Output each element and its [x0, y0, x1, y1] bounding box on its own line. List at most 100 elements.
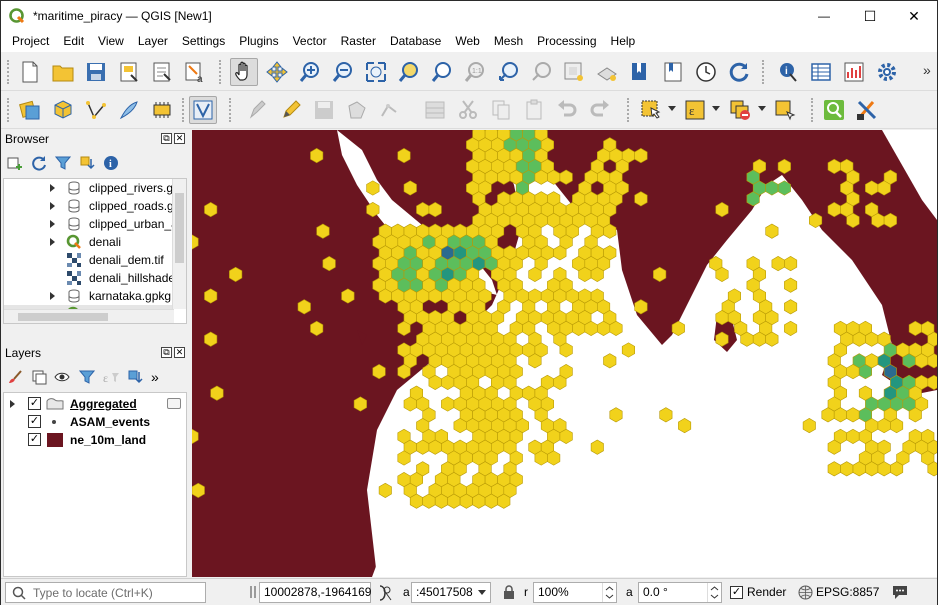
current-edits-button[interactable]: [244, 96, 272, 124]
filter-legend-button[interactable]: [77, 367, 97, 387]
add-group-button[interactable]: [29, 367, 49, 387]
layout-manager-button[interactable]: [148, 58, 176, 86]
toolbar-grip[interactable]: [811, 98, 815, 122]
close-panel-button[interactable]: ✕: [174, 347, 185, 358]
mouse-coordinate-icon[interactable]: [375, 584, 393, 602]
expand-arrow-icon[interactable]: [50, 292, 55, 300]
menu-database[interactable]: Database: [383, 31, 448, 52]
processing-toolbox-button[interactable]: [853, 96, 881, 124]
minimize-button[interactable]: —: [801, 1, 847, 31]
magnifier-spin-buttons[interactable]: [602, 583, 616, 602]
close-panel-button[interactable]: ✕: [174, 133, 185, 144]
scale-combobox[interactable]: :45017508: [411, 582, 491, 603]
zoom-to-layer-button[interactable]: [428, 58, 456, 86]
zoom-to-selection-button[interactable]: [395, 58, 423, 86]
expand-all-button[interactable]: [125, 367, 145, 387]
select-dropdown-arrow[interactable]: [668, 106, 676, 111]
toolbar-grip[interactable]: [627, 98, 631, 122]
layer-indicator-icon[interactable]: [167, 398, 181, 409]
browser-item[interactable]: clipped_urban_a: [4, 215, 178, 233]
menu-plugins[interactable]: Plugins: [232, 31, 285, 52]
new-virtual-layer-button[interactable]: [148, 96, 176, 124]
browser-item[interactable]: clipped_roads.g: [4, 197, 174, 215]
toolbar-grip[interactable]: [762, 60, 766, 84]
show-bookmarks-button[interactable]: [659, 58, 687, 86]
modify-attributes-button[interactable]: [421, 96, 449, 124]
select-features-button[interactable]: [637, 96, 665, 124]
new-print-layout-button[interactable]: [115, 58, 143, 86]
digitize-with-segment-button[interactable]: [189, 96, 217, 124]
zoom-next-button[interactable]: [527, 58, 555, 86]
zoom-out-button[interactable]: [329, 58, 357, 86]
new-shapefile-layer-button[interactable]: [82, 96, 110, 124]
layer-item[interactable]: ✓ ne_10m_land: [4, 431, 186, 449]
identify-features-button[interactable]: i: [774, 58, 802, 86]
new-geopackage-layer-button[interactable]: [49, 96, 77, 124]
select-by-expression-button[interactable]: ε: [681, 96, 709, 124]
layer-item[interactable]: ✓ ASAM_events: [4, 413, 186, 431]
refresh-button[interactable]: [725, 58, 753, 86]
browser-item[interactable]: karnataka.gpkg: [4, 287, 172, 305]
save-layer-edits-button[interactable]: [310, 96, 338, 124]
scale-dropdown-arrow[interactable]: [478, 590, 486, 595]
toolbar-grip[interactable]: [7, 60, 11, 84]
toolbar-grip[interactable]: [182, 98, 186, 122]
select-by-location-button[interactable]: [771, 96, 799, 124]
pan-to-selection-button[interactable]: [263, 58, 291, 86]
menu-layer[interactable]: Layer: [131, 31, 175, 52]
browser-item[interactable]: denali: [4, 233, 172, 251]
crs-globe-icon[interactable]: [798, 585, 813, 600]
statistical-summary-button[interactable]: [840, 58, 868, 86]
new-bookmark-button[interactable]: [626, 58, 654, 86]
copy-features-button[interactable]: [487, 96, 515, 124]
filter-browser-button[interactable]: [53, 153, 73, 173]
zoom-full-button[interactable]: [362, 58, 390, 86]
redo-button[interactable]: [586, 96, 614, 124]
new-map-view-button[interactable]: [560, 58, 588, 86]
menu-processing[interactable]: Processing: [530, 31, 603, 52]
collapse-all-button[interactable]: [77, 153, 97, 173]
deselect-features-button[interactable]: [726, 96, 754, 124]
zoom-native-resolution-button[interactable]: 1:1: [461, 58, 489, 86]
add-layers-button[interactable]: [5, 153, 25, 173]
menu-raster[interactable]: Raster: [334, 31, 383, 52]
manage-visibility-button[interactable]: [53, 367, 73, 387]
menu-web[interactable]: Web: [448, 31, 486, 52]
open-attribute-table-button[interactable]: [807, 58, 835, 86]
refresh-browser-button[interactable]: [29, 153, 49, 173]
style-manager-button[interactable]: a: [181, 58, 209, 86]
layers-toolbar-overflow-icon[interactable]: »: [151, 369, 159, 385]
new-3d-map-view-button[interactable]: [593, 58, 621, 86]
render-checkbox[interactable]: ✓: [730, 586, 743, 599]
locator-search-input[interactable]: Type to locate (Ctrl+K): [5, 582, 206, 603]
toolbar-grip[interactable]: [219, 60, 223, 84]
expand-arrow-icon[interactable]: [50, 184, 55, 192]
filter-by-expression-button[interactable]: ε: [101, 367, 121, 387]
layer-visibility-checkbox[interactable]: ✓: [28, 433, 41, 446]
menu-help[interactable]: Help: [604, 31, 643, 52]
browser-vertical-scrollbar[interactable]: [172, 179, 186, 309]
vertex-tool-button[interactable]: [376, 96, 404, 124]
coordinate-field[interactable]: 10002878,-1964169: [259, 582, 371, 603]
menu-edit[interactable]: Edit: [56, 31, 91, 52]
open-project-button[interactable]: [49, 58, 77, 86]
new-project-button[interactable]: [16, 58, 44, 86]
cut-features-button[interactable]: [454, 96, 482, 124]
data-source-manager-button[interactable]: [16, 96, 44, 124]
expand-arrow-icon[interactable]: [50, 220, 55, 228]
deselect-dropdown-arrow[interactable]: [758, 106, 766, 111]
pan-map-button[interactable]: [230, 58, 258, 86]
layer-visibility-checkbox[interactable]: ✓: [28, 415, 41, 428]
toolbar-overflow-icon[interactable]: »: [923, 62, 931, 78]
paste-features-button[interactable]: [520, 96, 548, 124]
temporal-controller-button[interactable]: [692, 58, 720, 86]
messages-icon[interactable]: [891, 584, 909, 600]
toolbar-grip[interactable]: [229, 98, 233, 122]
zoom-in-button[interactable]: [296, 58, 324, 86]
browser-horizontal-scrollbar[interactable]: [4, 309, 174, 323]
add-feature-button[interactable]: [343, 96, 371, 124]
menu-project[interactable]: Project: [5, 31, 56, 52]
new-temporary-layer-button[interactable]: [115, 96, 143, 124]
layer-item[interactable]: ✓ Aggregated: [4, 395, 186, 413]
locator-search-button[interactable]: [820, 96, 848, 124]
